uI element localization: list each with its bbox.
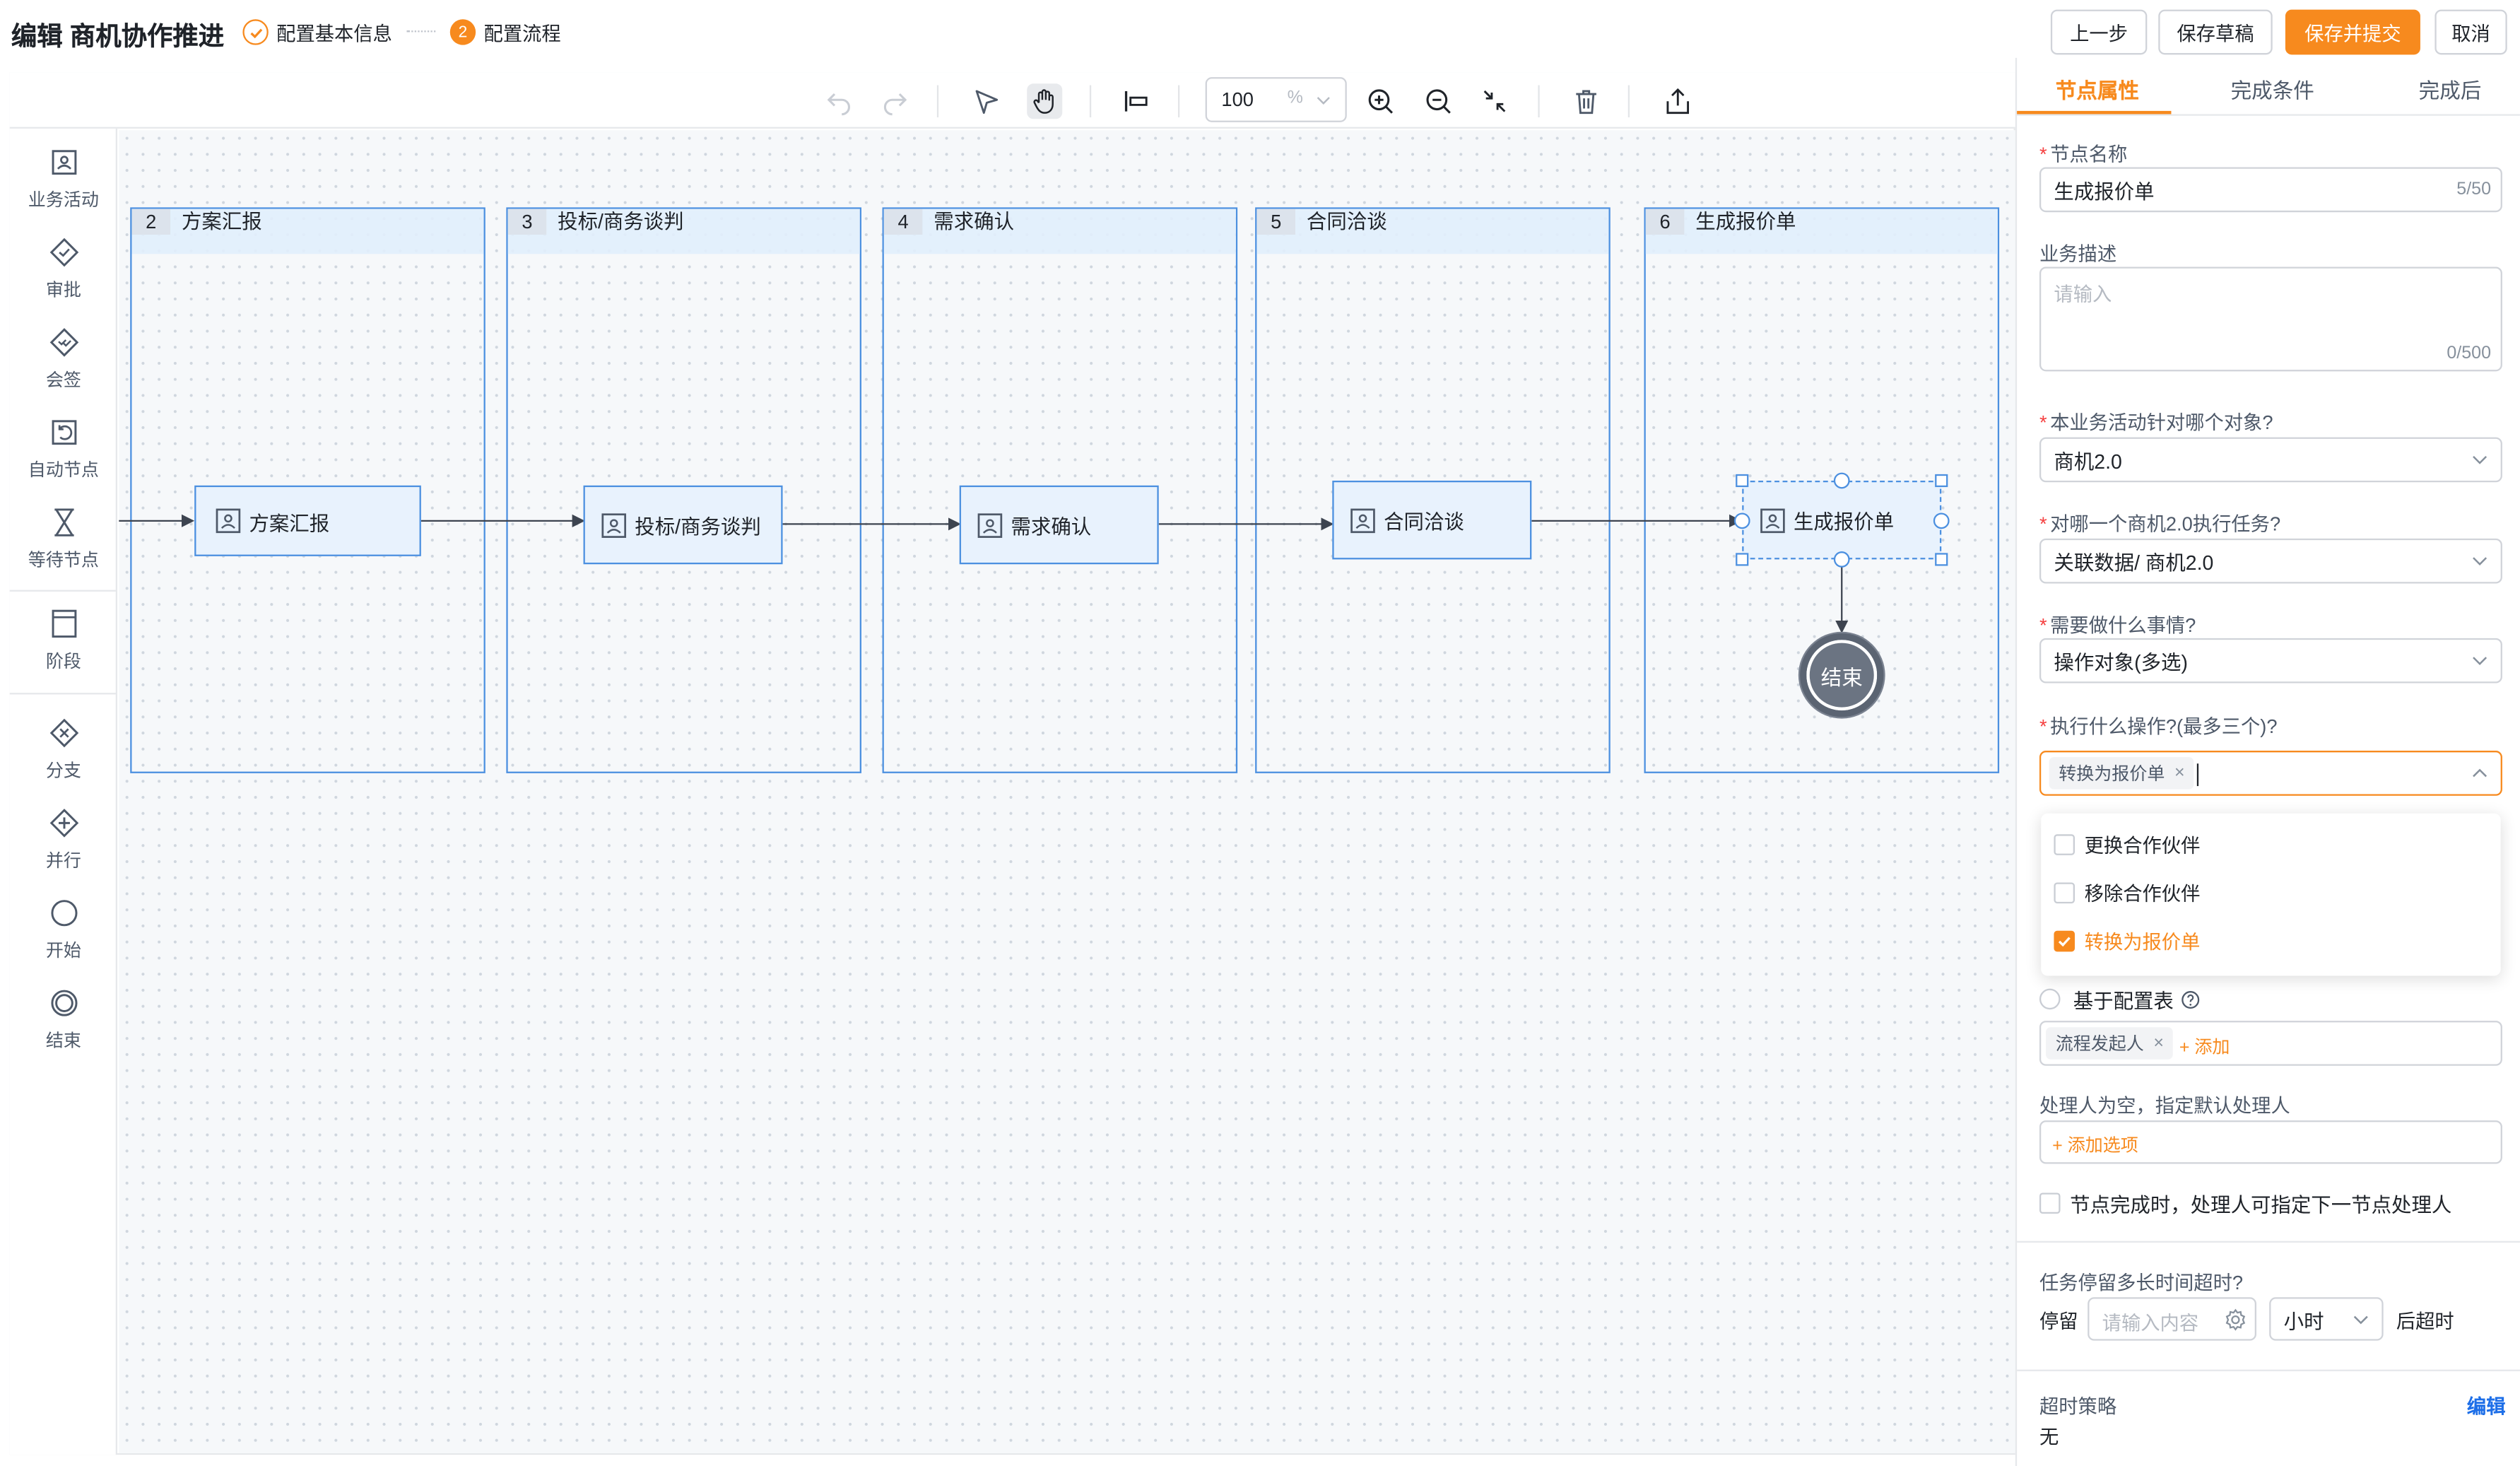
chevron-down-icon <box>2473 455 2487 464</box>
config-table-radio[interactable]: 基于配置表 <box>2039 984 2199 1014</box>
business-activity-icon <box>977 512 1003 537</box>
next-handler-checkbox[interactable]: 节点完成时，处理人可指定下一节点处理人 <box>2039 1188 2451 1219</box>
timeout-duration-input[interactable]: 请输入内容 <box>2088 1297 2256 1341</box>
text-cursor <box>2196 763 2199 787</box>
add-option-link[interactable]: + 添加选项 <box>2052 1132 2138 1157</box>
which-record-label: * 对哪一个商机2.0执行任务? <box>2039 512 2281 536</box>
business-activity-icon <box>216 508 241 534</box>
flow-connectors <box>119 514 1849 634</box>
selected-operation-tag: 转换为报价单 × <box>2049 757 2195 790</box>
timeout-label: 任务停留多长时间超时? <box>2039 1271 2244 1294</box>
save-submit-button[interactable]: 保存并提交 <box>2285 9 2420 55</box>
flow-node-activity[interactable]: 合同洽谈 <box>1332 480 1532 560</box>
target-object-label: * 本业务活动针对哪个对象? <box>2039 411 2273 435</box>
description-textarea[interactable]: 请输入 0/500 <box>2039 266 2502 372</box>
node-label: 方案汇报 <box>249 512 330 535</box>
cancel-button[interactable]: 取消 <box>2434 9 2507 55</box>
timeout-policy-label: 超时策略 <box>2039 1395 2117 1418</box>
flow-node-activity-selected[interactable]: 生成报价单 <box>1742 480 1942 560</box>
node-name-label: * 节点名称 <box>2039 143 2128 166</box>
target-object-select[interactable]: 商机2.0 <box>2039 437 2502 483</box>
node-label: 生成报价单 <box>1794 511 1895 534</box>
operations-label: * 执行什么操作?(最多三个)? <box>2039 715 2278 738</box>
tab-completion-conditions[interactable]: 完成条件 <box>2231 74 2314 105</box>
gear-icon[interactable] <box>2224 1308 2247 1331</box>
checkbox-checked[interactable] <box>2054 930 2075 951</box>
which-record-select[interactable]: 关联数据/ 商机2.0 <box>2039 538 2502 584</box>
chevron-down-icon <box>2473 557 2487 566</box>
connect-anchor[interactable] <box>1833 551 1850 568</box>
handler-field[interactable]: 流程发起人 × + 添加 <box>2039 1021 2502 1066</box>
resize-handle[interactable] <box>1736 553 1749 566</box>
tab-after-completion[interactable]: 完成后 <box>2419 74 2482 105</box>
end-node-label: 结束 <box>1820 664 1863 689</box>
edit-timeout-policy-link[interactable]: 编辑 <box>2467 1392 2506 1419</box>
resize-handle[interactable] <box>1935 474 1948 488</box>
default-handler-label: 处理人为空，指定默认处理人 <box>2039 1094 2290 1118</box>
dropdown-option[interactable]: 移除合作伙伴 <box>2054 876 2200 908</box>
section-divider <box>2017 1369 2520 1371</box>
business-activity-icon <box>1760 508 1785 532</box>
help-icon[interactable] <box>2180 990 2199 1009</box>
connect-anchor[interactable] <box>1833 472 1850 489</box>
prev-step-button[interactable]: 上一步 <box>2050 9 2148 55</box>
checkbox[interactable] <box>2054 833 2075 855</box>
save-draft-button[interactable]: 保存草稿 <box>2158 9 2273 55</box>
flow-node-activity[interactable]: 需求确认 <box>959 485 1159 565</box>
node-name-input[interactable]: 生成报价单 5/50 <box>2039 167 2502 213</box>
default-handler-field[interactable]: + 添加选项 <box>2039 1120 2502 1164</box>
tag-close-icon[interactable]: × <box>2153 1033 2164 1052</box>
node-label: 投标/商务谈判 <box>635 516 761 539</box>
what-to-do-select[interactable]: 操作对象(多选) <box>2039 638 2502 684</box>
tag-close-icon[interactable]: × <box>2174 763 2185 782</box>
timeout-unit-select[interactable]: 小时 <box>2269 1297 2384 1341</box>
add-handler-link[interactable]: + 添加 <box>2179 1033 2230 1059</box>
timeout-policy-value: 无 <box>2039 1426 2059 1449</box>
connect-anchor[interactable] <box>1933 512 1950 529</box>
description-label: 业务描述 <box>2039 242 2117 266</box>
tab-node-properties[interactable]: 节点属性 <box>2056 74 2139 105</box>
timeout-suffix: 后超时 <box>2396 1310 2454 1333</box>
check-icon <box>2058 936 2071 946</box>
radio-button[interactable] <box>2039 988 2061 1010</box>
chevron-up-icon <box>2473 768 2487 778</box>
chevron-down-icon <box>2353 1315 2368 1324</box>
operations-multiselect[interactable]: 转换为报价单 × <box>2039 751 2502 796</box>
resize-handle[interactable] <box>1935 553 1948 566</box>
flow-node-activity[interactable]: 方案汇报 <box>194 485 421 556</box>
handler-tag: 流程发起人 × <box>2046 1027 2174 1060</box>
resize-handle[interactable] <box>1736 474 1749 488</box>
operations-dropdown: 更换合作伙伴 移除合作伙伴 转换为报价单 <box>2041 813 2501 976</box>
active-tab-indicator <box>2017 110 2172 115</box>
node-label: 需求确认 <box>1011 516 1092 539</box>
dropdown-option[interactable]: 更换合作伙伴 <box>2054 828 2200 860</box>
flow-node-activity[interactable]: 投标/商务谈判 <box>583 485 783 565</box>
what-to-do-label: * 需要做什么事情? <box>2039 614 2196 637</box>
section-divider <box>2017 1241 2520 1243</box>
chevron-down-icon <box>2473 657 2487 666</box>
business-activity-icon <box>1350 508 1375 532</box>
node-label: 合同洽谈 <box>1384 511 1464 534</box>
checkbox[interactable] <box>2054 881 2075 903</box>
dropdown-option-selected[interactable]: 转换为报价单 <box>2054 925 2200 956</box>
connect-anchor[interactable] <box>1733 512 1750 529</box>
timeout-prefix: 停留 <box>2039 1310 2078 1333</box>
business-activity-icon <box>601 512 627 537</box>
checkbox[interactable] <box>2039 1192 2061 1214</box>
flow-end-node[interactable]: 结束 <box>1800 633 1884 717</box>
